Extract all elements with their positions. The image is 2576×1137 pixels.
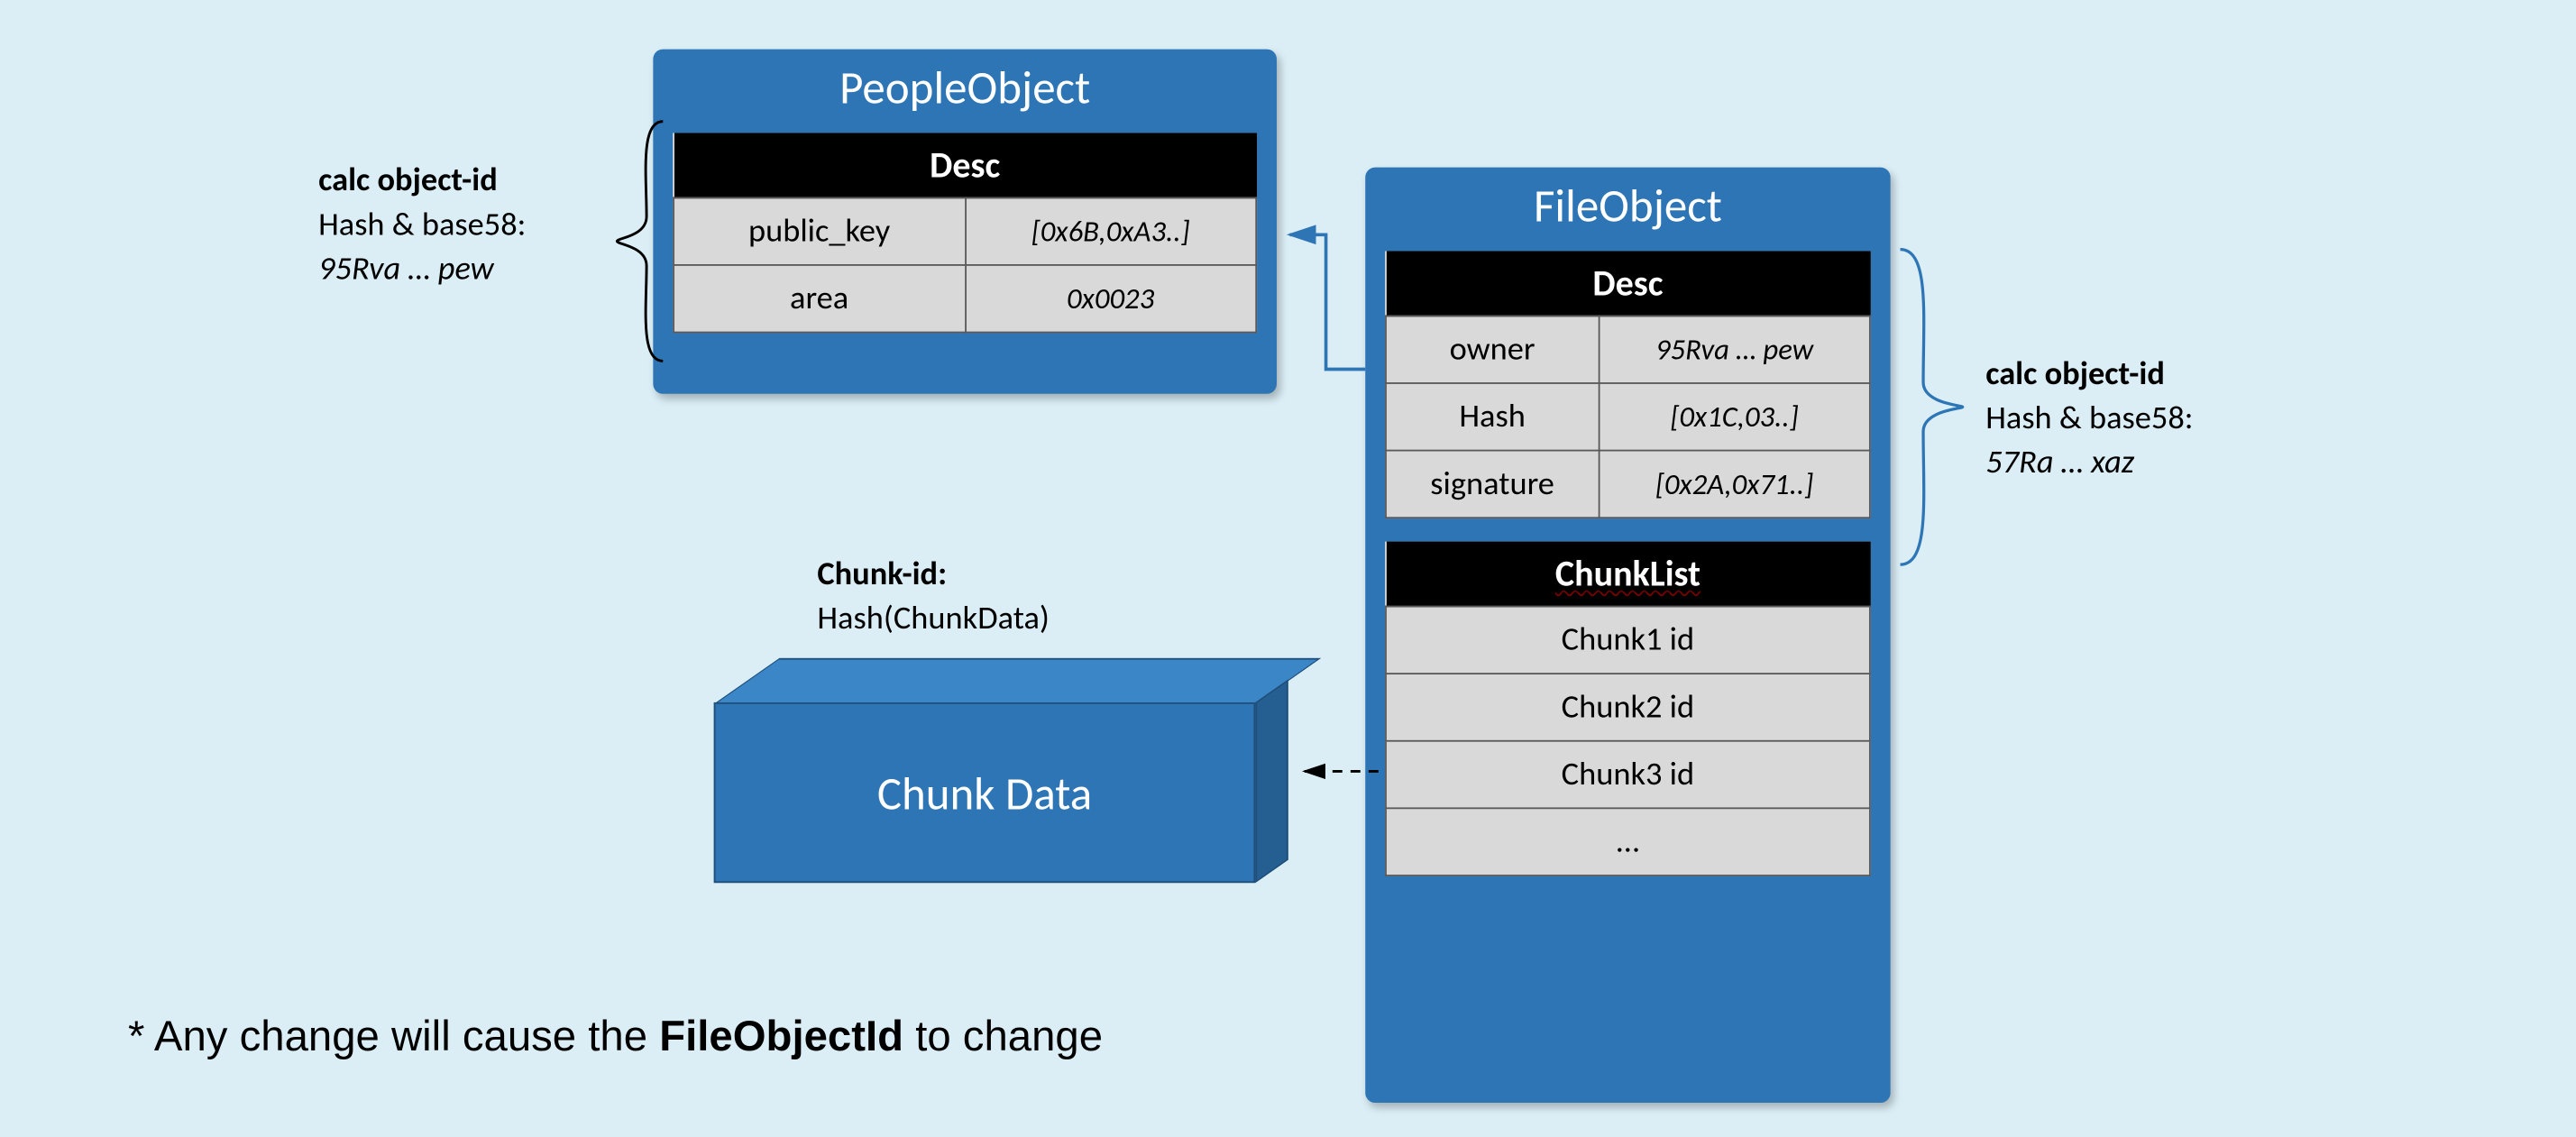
file-row-val: 95Rva … pew [1599,316,1870,383]
people-row-key: area [674,265,965,333]
file-object-title: FileObject [1365,168,1890,252]
file-row-key: Hash [1386,383,1599,451]
footnote-strong: FileObjectId [659,1011,903,1060]
people-row-val: [0x6B,0xA3..] [965,197,1256,265]
chunk-id-subtitle: Hash(ChunkData) [817,597,1050,641]
people-desc-header: Desc [674,133,1256,197]
chunk-id-annotation: Chunk-id: Hash(ChunkData) [817,553,1050,641]
file-row-val: [0x2A,0x71..] [1599,451,1870,518]
brace-left-icon [607,118,673,364]
chunk-row: … [1386,808,1870,876]
chunk-row: Chunk3 id [1386,741,1870,809]
people-row-val: 0x0023 [965,265,1256,333]
footnote-suffix: to change [903,1011,1103,1060]
calc-left-l1: calc object-id [318,160,498,200]
chunk-row: Chunk1 id [1386,606,1870,674]
file-chunklist-table: ChunkList Chunk1 id Chunk2 id Chunk3 id … [1385,542,1871,876]
chunk-id-title: Chunk-id: [817,555,947,594]
calc-left-l3: 95Rva … pew [318,250,494,289]
file-chunklist-header: ChunkList [1555,552,1701,596]
diagram-canvas: PeopleObject Desc public_key [0x6B,0xA3.… [0,0,2576,1137]
people-desc-table: Desc public_key [0x6B,0xA3..] area 0x002… [673,133,1257,333]
calc-right-l1: calc object-id [1985,354,2165,394]
file-object-panel: FileObject Desc owner 95Rva … pew Hash [… [1365,168,1890,1103]
calc-objectid-right: calc object-id Hash & base58: 57Ra … xaz [1985,353,2193,485]
file-row-val: [0x1C,03..] [1599,383,1870,451]
calc-right-l3: 57Ra … xaz [1985,443,2134,482]
chunk-data-label: Chunk Data [877,764,1092,821]
calc-left-l2: Hash & base58: [318,204,526,248]
brace-right-icon [1891,243,1973,571]
file-row-key: owner [1386,316,1599,383]
chunk-row: Chunk2 id [1386,674,1870,741]
file-desc-table: Desc owner 95Rva … pew Hash [0x1C,03..] … [1385,251,1871,518]
chunk-data-block: Chunk Data [714,702,1256,883]
footnote-prefix: * Any change will cause the [128,1011,659,1060]
calc-right-l2: Hash & base58: [1985,397,2193,441]
file-row-key: signature [1386,451,1599,518]
file-desc-header: Desc [1386,251,1870,316]
people-row-key: public_key [674,197,965,265]
footnote: * Any change will cause the FileObjectId… [128,1011,1103,1061]
people-object-title: PeopleObject [653,50,1277,133]
calc-objectid-left: calc object-id Hash & base58: 95Rva … pe… [318,160,526,292]
people-object-panel: PeopleObject Desc public_key [0x6B,0xA3.… [653,50,1277,394]
